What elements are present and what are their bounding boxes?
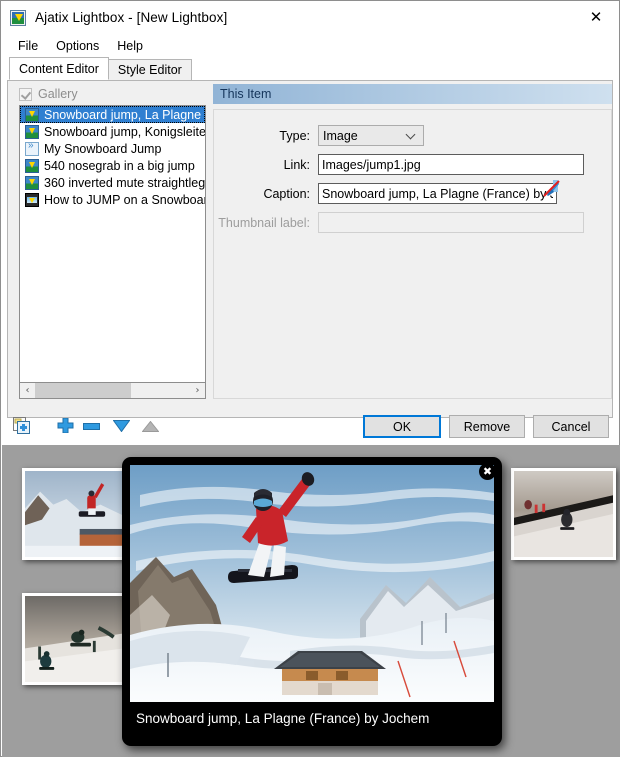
items-listbox[interactable]: Snowboard jump, La Plagne (France) by Jo…: [19, 105, 206, 383]
list-item-label: 540 nosegrab in a big jump: [44, 158, 195, 173]
type-row: Type: Image: [214, 125, 424, 146]
list-item-label: Snowboard jump, La Plagne (France) by Jo…: [44, 107, 205, 122]
thumbnail-snowboard-jump-la-plagne[interactable]: [22, 468, 127, 560]
list-item[interactable]: Snowboard jump, La Plagne (France) by Jo…: [20, 106, 205, 123]
menu-bar: File Options Help: [1, 34, 619, 58]
scroll-right-icon[interactable]: ›: [190, 383, 205, 398]
link-label: Link:: [283, 157, 310, 172]
thumbnail-label-input: [318, 212, 584, 233]
this-item-form: Type: Image Link: Caption: Thumbnail lab…: [213, 109, 612, 399]
list-item-label: 360 inverted mute straightleg in a big j…: [44, 175, 205, 190]
ok-button[interactable]: OK: [363, 415, 441, 438]
lightbox-overlay: Snowboard jump, La Plagne (France) by Jo…: [122, 457, 502, 746]
image-item-icon: [25, 158, 39, 173]
duplicate-item-icon[interactable]: [13, 417, 30, 434]
video-item-icon: [25, 192, 39, 207]
list-item[interactable]: 360 inverted mute straightleg in a big j…: [20, 174, 205, 191]
lightbox-main-image[interactable]: [130, 465, 494, 702]
image-item-icon: [25, 124, 39, 139]
bottom-toolbar: [1, 407, 619, 443]
close-icon[interactable]: ✕: [573, 1, 619, 32]
link-input[interactable]: [318, 154, 584, 175]
remove-button[interactable]: Remove: [449, 415, 525, 438]
type-select[interactable]: Image: [318, 125, 424, 146]
caption-row: Caption:: [214, 183, 557, 204]
add-item-icon[interactable]: [57, 418, 74, 433]
menu-item-file[interactable]: File: [9, 37, 47, 55]
scrollbar-track[interactable]: [35, 383, 190, 398]
caption-input[interactable]: [318, 183, 557, 204]
thumbnail-label-label: Thumbnail label:: [218, 215, 310, 230]
move-down-icon[interactable]: [113, 420, 130, 432]
lightbox-preview-area: Snowboard jump, La Plagne (France) by Jo…: [2, 445, 620, 757]
remove-item-icon[interactable]: [83, 423, 100, 430]
cancel-button[interactable]: Cancel: [533, 415, 609, 438]
checkbox-icon[interactable]: [19, 87, 32, 101]
scroll-left-icon[interactable]: ‹: [20, 383, 35, 398]
menu-item-help[interactable]: Help: [108, 37, 152, 55]
title-bar: Ajatix Lightbox - [New Lightbox] ✕: [1, 1, 619, 34]
menu-item-options[interactable]: Options: [47, 37, 108, 55]
tab-style-editor[interactable]: Style Editor: [107, 59, 192, 80]
thumbnail-skier-slope[interactable]: [511, 468, 616, 560]
caption-label: Caption:: [263, 186, 310, 201]
thumbnail-image: [514, 471, 613, 557]
type-label: Type:: [279, 128, 310, 143]
move-up-icon[interactable]: [142, 421, 159, 432]
link-row: Link:: [214, 154, 584, 175]
tab-strip: Content Editor Style Editor: [1, 57, 619, 80]
this-item-header: This Item: [213, 84, 612, 104]
list-item-label: My Snowboard Jump: [44, 141, 162, 156]
list-item[interactable]: My Snowboard Jump: [20, 140, 205, 157]
application-window: Ajatix Lightbox - [New Lightbox] ✕ File …: [0, 0, 620, 757]
no-link-icon[interactable]: [541, 179, 561, 199]
thumbnail-label-row: Thumbnail label:: [214, 212, 584, 233]
window-title: Ajatix Lightbox - [New Lightbox]: [35, 10, 228, 25]
html-item-icon: [25, 140, 39, 156]
thumbnail-image: [25, 471, 124, 557]
scrollbar-thumb[interactable]: [35, 383, 132, 398]
thumbnail-image: [25, 596, 124, 682]
lightbox-caption: Snowboard jump, La Plagne (France) by Jo…: [136, 711, 430, 726]
list-item[interactable]: 540 nosegrab in a big jump: [20, 157, 205, 174]
lightbox-close-icon[interactable]: ✖: [479, 463, 496, 480]
list-item[interactable]: How to JUMP on a Snowboard - Snowboardin…: [20, 191, 205, 208]
list-item-label: Snowboard jump, Konigsleiten, Austria by…: [44, 124, 205, 139]
content-editor-panel: Gallery Snowboard jump, La Plagne (Franc…: [7, 80, 613, 418]
gallery-checkbox[interactable]: Gallery: [19, 87, 78, 101]
image-item-icon: [25, 107, 39, 122]
list-item-label: How to JUMP on a Snowboard - Snowboardin…: [44, 192, 205, 207]
list-item[interactable]: Snowboard jump, Konigsleiten, Austria by…: [20, 123, 205, 140]
thumbnail-snowboard-rail-slide[interactable]: [22, 593, 127, 685]
tab-content-editor[interactable]: Content Editor: [9, 57, 109, 80]
listbox-horizontal-scrollbar[interactable]: ‹ ›: [19, 383, 206, 399]
lightbox-app-icon: [10, 9, 26, 26]
type-select-wrapper[interactable]: Image: [318, 125, 424, 146]
gallery-checkbox-label: Gallery: [38, 87, 78, 101]
image-item-icon: [25, 175, 39, 190]
